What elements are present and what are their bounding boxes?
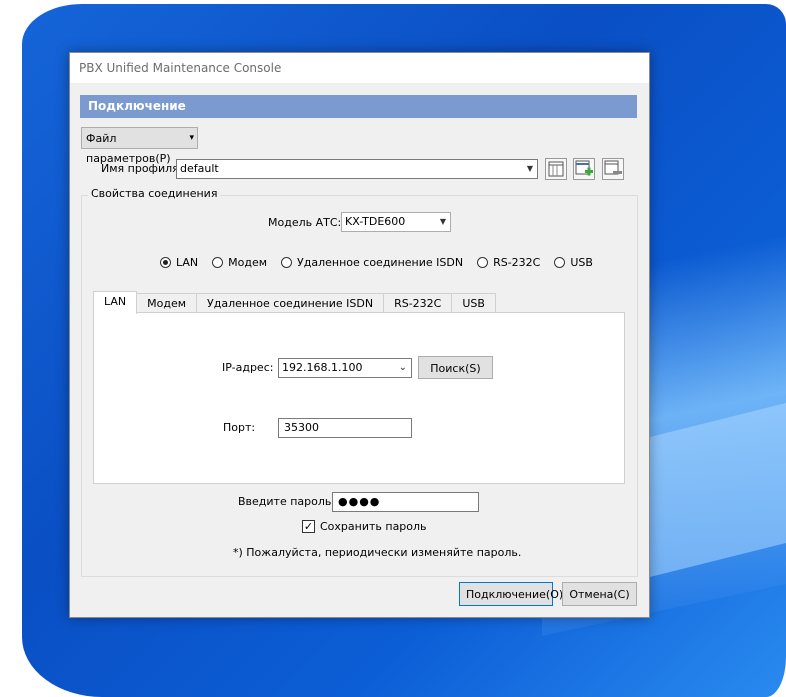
cancel-button[interactable]: Отмена(C)	[562, 582, 637, 606]
ip-address-label: IP-адрес:	[222, 361, 274, 374]
pbx-model-label: Модель АТС:	[268, 216, 342, 229]
radio-usb[interactable]: USB	[554, 256, 593, 269]
password-input[interactable]: ●●●●	[332, 492, 479, 512]
port-input[interactable]: 35300	[278, 418, 412, 438]
profile-name-label: Имя профиля:	[101, 162, 183, 175]
parameter-file-button[interactable]: Файл параметров(P) ▾	[81, 127, 198, 165]
tab-usb[interactable]: USB	[451, 293, 496, 314]
radio-indicator	[160, 256, 171, 268]
password-note: *) Пожалуйста, периодически изменяйте па…	[233, 546, 522, 559]
search-button[interactable]: Поиск(S)	[418, 356, 493, 379]
radio-label: RS-232C	[493, 255, 541, 269]
connection-type-radio-group: LAN Модем Удаленное соединение ISDN RS-2…	[160, 254, 607, 270]
profile-delete-icon[interactable]	[602, 158, 624, 180]
pbx-model-value: KX-TDE600	[345, 215, 406, 228]
radio-indicator	[477, 256, 489, 268]
radio-label: Удаленное соединение ISDN	[297, 255, 464, 269]
group-title: Свойства соединения	[88, 187, 221, 200]
ip-address-value: 192.168.1.100	[282, 361, 363, 374]
connection-dialog: PBX Unified Maintenance Console Подключе…	[69, 52, 650, 618]
chevron-down-icon: ⌄	[398, 362, 407, 373]
chevron-down-icon: ▾	[189, 133, 194, 143]
radio-lan[interactable]: LAN	[160, 256, 198, 269]
profile-name-select[interactable]: default ▼	[176, 159, 538, 179]
ip-address-combo[interactable]: 192.168.1.100 ⌄	[278, 358, 412, 378]
tab-modem[interactable]: Модем	[136, 293, 198, 314]
chevron-down-icon: ▼	[439, 217, 446, 226]
profile-add-icon[interactable]	[573, 158, 595, 180]
port-label: Порт:	[223, 421, 256, 434]
radio-label: USB	[570, 255, 593, 269]
radio-rs232c[interactable]: RS-232C	[477, 256, 540, 269]
radio-isdn[interactable]: Удаленное соединение ISDN	[281, 256, 463, 269]
parameter-file-label: Файл параметров(P)	[86, 132, 171, 165]
save-password-checkbox[interactable]: ✓	[302, 520, 315, 533]
radio-modem[interactable]: Модем	[212, 256, 267, 269]
tab-rs232c[interactable]: RS-232C	[383, 293, 453, 314]
tab-lan[interactable]: LAN	[93, 291, 138, 314]
radio-label: LAN	[176, 255, 199, 269]
lan-tab-panel: IP-адрес: 192.168.1.100 ⌄ Поиск(S) Порт:…	[93, 312, 625, 484]
tab-isdn[interactable]: Удаленное соединение ISDN	[196, 293, 385, 314]
radio-indicator	[281, 256, 293, 268]
profile-name-value: default	[180, 162, 219, 175]
window-title: PBX Unified Maintenance Console	[70, 53, 649, 83]
pbx-model-select[interactable]: KX-TDE600 ▼	[341, 212, 451, 232]
chevron-down-icon: ▼	[526, 164, 533, 173]
profile-view-icon[interactable]	[545, 158, 567, 180]
radio-indicator	[212, 256, 224, 268]
connect-button[interactable]: Подключение(O)	[459, 582, 563, 606]
section-header: Подключение	[80, 95, 637, 118]
radio-label: Модем	[228, 255, 268, 269]
password-label: Введите пароль:	[238, 495, 336, 508]
connection-tabs: LAN Модем Удаленное соединение ISDN RS-2…	[93, 291, 496, 314]
radio-indicator	[554, 256, 566, 268]
save-password-label: Сохранить пароль	[320, 520, 427, 533]
